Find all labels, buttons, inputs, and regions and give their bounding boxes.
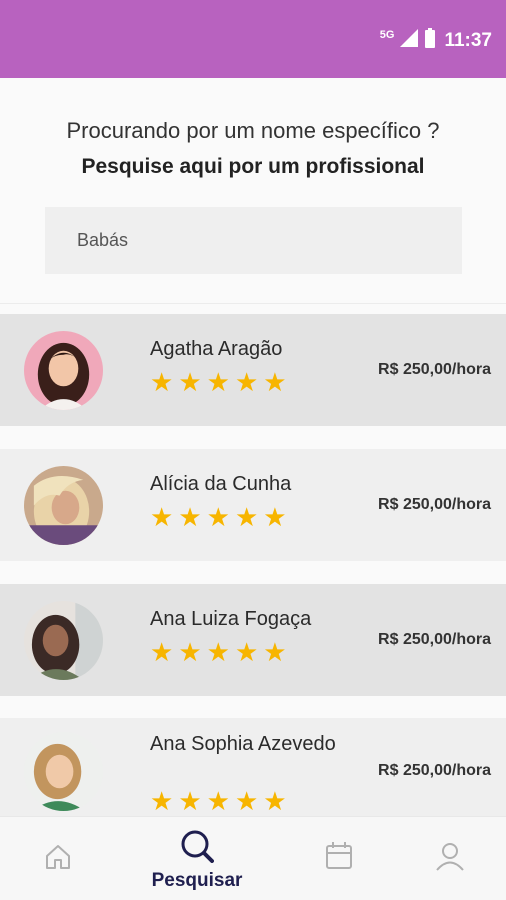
price-label: R$ 250,00/hora [378, 496, 491, 513]
star-icon: ★ [178, 637, 202, 667]
avatar [24, 466, 103, 545]
nav-profile[interactable] [433, 817, 467, 900]
professional-row[interactable]: Alícia da Cunha ★ ★ ★ ★ ★ R$ 250,00/hora [0, 449, 506, 561]
price-label: R$ 250,00/hora [378, 762, 491, 779]
rating-stars: ★ ★ ★ ★ ★ [150, 504, 287, 530]
star-icon: ★ [263, 786, 287, 816]
avatar [24, 601, 103, 680]
star-icon: ★ [150, 637, 174, 667]
star-icon: ★ [234, 637, 259, 667]
status-icons: 5G 11:37 [380, 28, 492, 53]
search-header: Procurando por um nome específico ? Pesq… [0, 78, 506, 304]
star-icon: ★ [150, 786, 174, 816]
star-icon: ★ [263, 367, 287, 397]
profile-icon [435, 841, 465, 876]
star-icon: ★ [178, 502, 202, 532]
avatar [24, 732, 103, 811]
professional-row[interactable]: Ana Sophia Azevedo ★ ★ ★ ★ ★ R$ 250,00/h… [0, 718, 506, 816]
avatar [24, 331, 103, 410]
calendar-icon [325, 841, 353, 876]
star-icon: ★ [178, 367, 202, 397]
professional-row[interactable]: Ana Luiza Fogaça ★ ★ ★ ★ ★ R$ 250,00/hor… [0, 584, 506, 696]
star-icon: ★ [150, 502, 174, 532]
signal-icon [400, 29, 419, 52]
professional-name: Ana Luiza Fogaça [150, 608, 312, 630]
search-icon [180, 829, 214, 868]
nav-calendar[interactable] [322, 817, 356, 900]
rating-stars: ★ ★ ★ ★ ★ [150, 788, 287, 814]
star-icon: ★ [263, 637, 287, 667]
professional-name: Agatha Aragão [150, 338, 283, 360]
nav-home[interactable] [38, 817, 78, 900]
star-icon: ★ [206, 786, 230, 816]
star-icon: ★ [234, 367, 259, 397]
bottom-nav: Pesquisar [0, 816, 506, 900]
price-label: R$ 250,00/hora [378, 361, 491, 378]
price-label: R$ 250,00/hora [378, 631, 491, 648]
star-icon: ★ [206, 367, 230, 397]
home-icon [44, 843, 72, 876]
star-icon: ★ [263, 502, 287, 532]
star-icon: ★ [206, 502, 230, 532]
search-input[interactable] [45, 207, 462, 274]
rating-stars: ★ ★ ★ ★ ★ [150, 639, 287, 665]
professional-name: Ana Sophia Azevedo [150, 733, 336, 755]
star-icon: ★ [206, 637, 230, 667]
network-label: 5G [379, 28, 395, 41]
professional-name: Alícia da Cunha [150, 473, 292, 495]
star-icon: ★ [234, 786, 259, 816]
star-icon: ★ [178, 786, 202, 816]
professional-list: Agatha Aragão ★ ★ ★ ★ ★ R$ 250,00/hora A… [0, 304, 506, 816]
battery-icon [424, 28, 436, 53]
status-bar: 5G 11:37 [0, 0, 506, 78]
rating-stars: ★ ★ ★ ★ ★ [150, 369, 287, 395]
clock: 11:37 [444, 29, 492, 51]
star-icon: ★ [150, 367, 174, 397]
search-subtitle: Pesquise aqui por um profissional [81, 155, 425, 178]
search-title: Procurando por um nome específico ? [66, 118, 440, 143]
nav-search-label: Pesquisar [151, 870, 243, 891]
nav-search[interactable]: Pesquisar [136, 817, 258, 900]
professional-row[interactable]: Agatha Aragão ★ ★ ★ ★ ★ R$ 250,00/hora [0, 314, 506, 426]
star-icon: ★ [234, 502, 259, 532]
